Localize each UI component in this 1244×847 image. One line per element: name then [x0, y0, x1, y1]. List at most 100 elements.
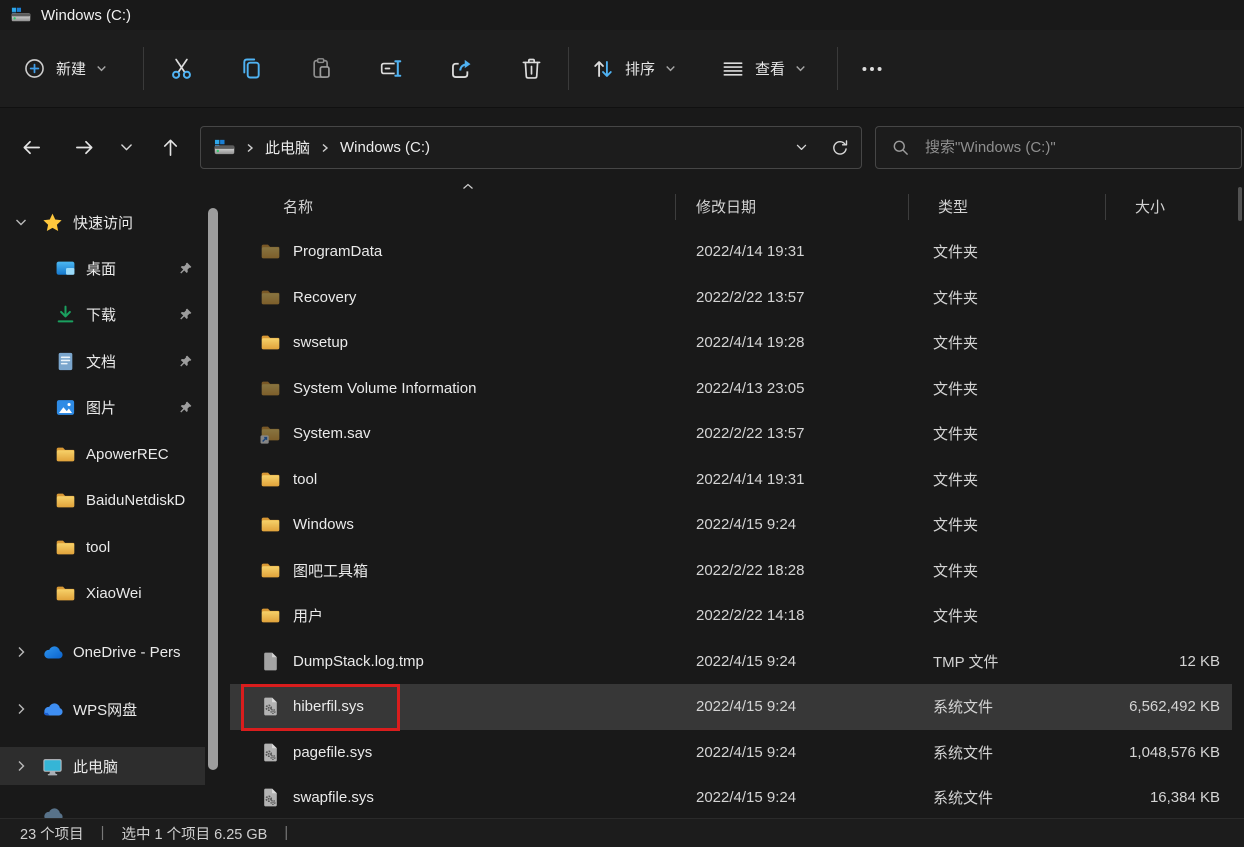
- table-row[interactable]: tool 2022/4/14 19:31 文件夹: [230, 457, 1232, 503]
- rename-button[interactable]: [378, 47, 405, 91]
- file-name: ProgramData: [293, 243, 383, 261]
- desktop-icon: [55, 258, 75, 278]
- table-row[interactable]: pagefile.sys 2022/4/15 9:24 系统文件 1,048,576 …: [230, 730, 1232, 776]
- file-date: 2022/2/22 14:18: [696, 607, 805, 625]
- table-row[interactable]: System Volume Information 2022/4/13 23:05…: [230, 366, 1232, 412]
- cut-button[interactable]: [168, 47, 195, 91]
- search-input[interactable]: [923, 138, 1241, 157]
- view-button[interactable]: 查看: [720, 47, 807, 91]
- chevron-down-icon[interactable]: [13, 214, 29, 230]
- file-explorer-window: Windows (C:) 新建 排序 查看 此电脑 Windows (C:) 搜…: [0, 0, 1244, 847]
- chevron-right-icon: [244, 142, 256, 154]
- recent-locations-button[interactable]: [108, 129, 144, 165]
- file-name: System Volume Information: [293, 379, 477, 397]
- status-divider: |: [100, 825, 105, 841]
- up-button[interactable]: [152, 129, 188, 165]
- paste-button[interactable]: [308, 47, 335, 91]
- status-divider: |: [284, 825, 289, 841]
- plus-circle-icon: [22, 56, 47, 81]
- table-row[interactable]: 图吧工具箱 2022/2/22 18:28 文件夹: [230, 548, 1232, 594]
- pin-icon: [178, 354, 193, 369]
- refresh-button[interactable]: [825, 133, 855, 163]
- file-name: swsetup: [293, 334, 349, 352]
- file-date: 2022/4/15 9:24: [696, 698, 797, 716]
- sort-ascending-caret-icon: [461, 182, 475, 191]
- table-row[interactable]: Windows 2022/4/15 9:24 文件夹: [230, 502, 1232, 548]
- file-type: 系统文件: [933, 790, 994, 808]
- chevron-down-icon: [794, 62, 807, 75]
- delete-button[interactable]: [518, 47, 545, 91]
- sidebar-scrollbar[interactable]: [208, 208, 218, 770]
- sort-button-label: 排序: [625, 61, 656, 78]
- title-bar: Windows (C:): [0, 0, 1244, 30]
- sidebar-item[interactable]: ApowerREC: [0, 435, 205, 473]
- chevron-right-icon[interactable]: [13, 758, 29, 774]
- document-icon: [55, 351, 75, 371]
- column-header-date[interactable]: 修改日期: [685, 196, 918, 217]
- column-separator[interactable]: [1105, 194, 1106, 220]
- breadcrumb-this-pc[interactable]: 此电脑: [265, 137, 310, 158]
- forward-button[interactable]: [66, 129, 102, 165]
- sort-button[interactable]: 排序: [590, 47, 677, 91]
- sidebar-item-label: 此电脑: [73, 758, 119, 776]
- file-list-pane: 名称 修改日期 类型 大小 ProgramData 2022/4/14 19:31…: [230, 182, 1244, 821]
- share-icon: [448, 55, 475, 82]
- sidebar-item[interactable]: XiaoWei: [0, 574, 205, 612]
- sidebar-item[interactable]: 此电脑: [0, 747, 205, 785]
- table-row[interactable]: Recovery 2022/2/22 13:57 文件夹: [230, 275, 1232, 321]
- table-row[interactable]: swsetup 2022/4/14 19:28 文件夹: [230, 320, 1232, 366]
- table-row[interactable]: DumpStack.log.tmp 2022/4/15 9:24 TMP 文件 12 …: [230, 639, 1232, 685]
- sidebar-item[interactable]: WPS网盘: [0, 690, 205, 728]
- content-scrollbar[interactable]: [1238, 187, 1242, 221]
- table-row[interactable]: ProgramData 2022/4/14 19:31 文件夹: [230, 229, 1232, 275]
- sysfile-icon: [260, 696, 281, 717]
- chevron-right-icon[interactable]: [13, 701, 29, 717]
- column-header-size[interactable]: 大小: [1115, 196, 1232, 217]
- onedrive-icon: [42, 642, 63, 662]
- table-row[interactable]: hiberfil.sys 2022/4/15 9:24 系统文件 6,562,492 …: [230, 684, 1232, 730]
- file-date: 2022/4/14 19:28: [696, 334, 805, 352]
- address-dropdown-button[interactable]: [786, 133, 816, 163]
- status-bar: 23 个项目 | 选中 1 个项目 6.25 GB |: [0, 818, 1244, 847]
- sidebar-item[interactable]: tool: [0, 528, 205, 566]
- chevron-right-icon[interactable]: [13, 644, 29, 660]
- address-bar[interactable]: 此电脑 Windows (C:): [200, 126, 862, 169]
- column-separator[interactable]: [675, 194, 676, 220]
- status-selection: 选中 1 个项目 6.25 GB: [121, 826, 268, 843]
- sidebar-item[interactable]: 文档: [0, 342, 205, 380]
- folder-icon: [260, 378, 281, 399]
- address-row: 此电脑 Windows (C:): [0, 109, 1244, 185]
- column-header-name[interactable]: 名称: [230, 196, 685, 217]
- sidebar-item[interactable]: BaiduNetdiskD: [0, 481, 205, 519]
- view-lines-icon: [720, 56, 746, 82]
- table-row[interactable]: System.sav 2022/2/22 13:57 文件夹: [230, 411, 1232, 457]
- file-list: ProgramData 2022/4/14 19:31 文件夹 Recovery 202…: [230, 229, 1232, 821]
- folder-icon: [55, 583, 75, 603]
- table-row[interactable]: swapfile.sys 2022/4/15 9:24 系统文件 16,384 KB: [230, 775, 1232, 821]
- new-button-label: 新建: [56, 61, 87, 78]
- sidebar-item[interactable]: OneDrive - Pers: [0, 633, 205, 671]
- breadcrumb-windows-c[interactable]: Windows (C:): [340, 139, 430, 156]
- toolbar-divider: [568, 47, 569, 90]
- sidebar-item[interactable]: 快速访问: [0, 203, 205, 241]
- sidebar-item[interactable]: 图片: [0, 388, 205, 426]
- sidebar-item-label: BaiduNetdiskD: [86, 491, 186, 509]
- sidebar-item-label: 快速访问: [73, 214, 134, 232]
- column-separator[interactable]: [908, 194, 909, 220]
- share-button[interactable]: [448, 47, 475, 91]
- table-row[interactable]: 用户 2022/2/22 14:18 文件夹: [230, 593, 1232, 639]
- sidebar-item[interactable]: 桌面: [0, 249, 205, 287]
- sidebar-item-label: 图片: [86, 399, 117, 417]
- file-date: 2022/2/22 13:57: [696, 425, 805, 443]
- file-type: 文件夹: [933, 244, 979, 262]
- column-header-type[interactable]: 类型: [918, 196, 1115, 217]
- file-size: 1,048,576 KB: [1129, 743, 1220, 761]
- new-button[interactable]: 新建: [22, 47, 108, 91]
- file-name: DumpStack.log.tmp: [293, 652, 424, 670]
- scissors-cut-icon: [168, 55, 195, 82]
- back-button[interactable]: [13, 129, 49, 165]
- copy-button[interactable]: [238, 47, 265, 91]
- file-size: 12 KB: [1179, 652, 1220, 670]
- sidebar-item[interactable]: 下载: [0, 295, 205, 333]
- more-options-button[interactable]: [858, 47, 886, 91]
